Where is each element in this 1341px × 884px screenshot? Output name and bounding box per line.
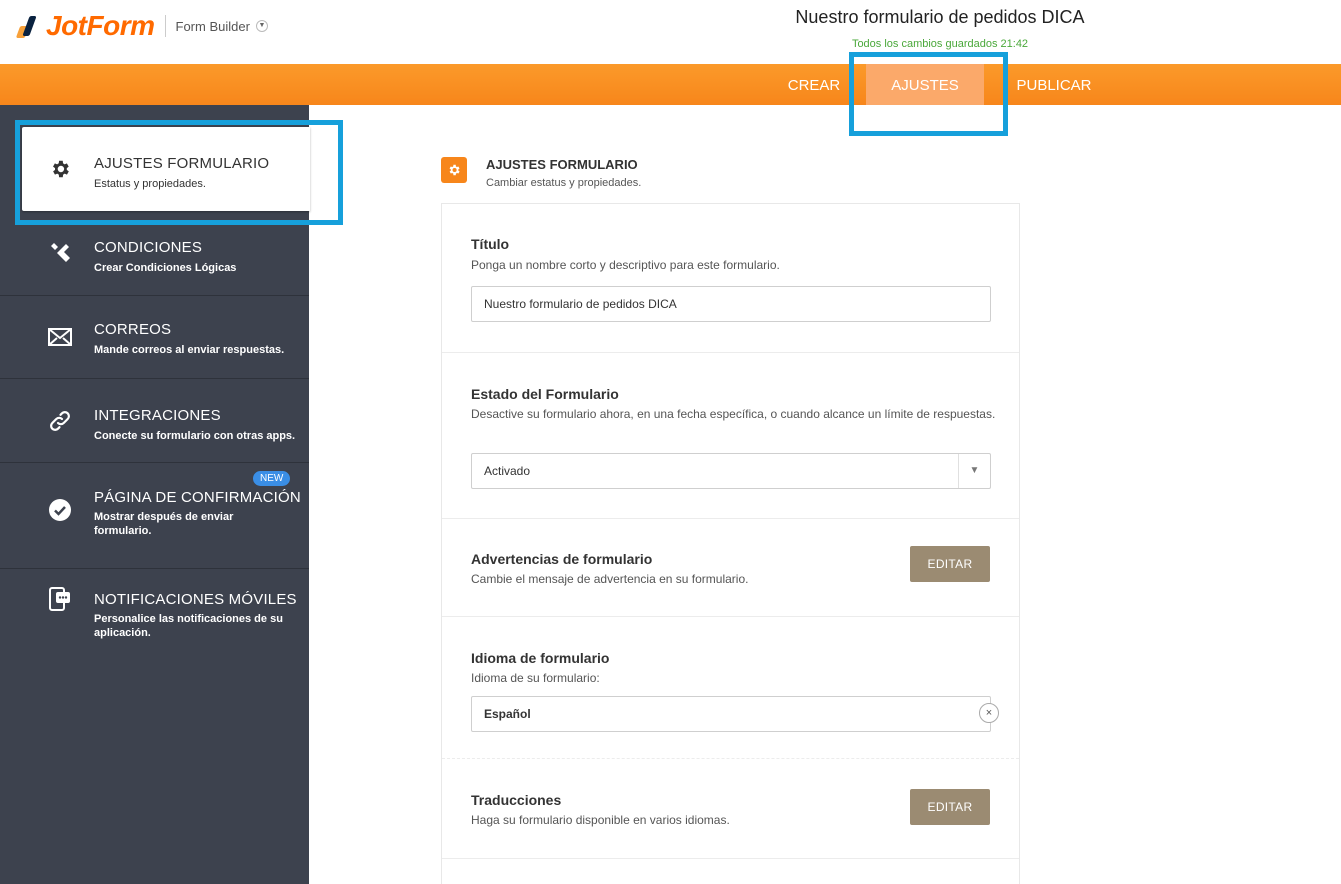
jotform-logo[interactable]: JotForm Form Builder ▼ [15, 10, 268, 42]
check-circle-icon [48, 498, 72, 522]
title-section-heading: Título [471, 236, 510, 252]
title-section-description: Ponga un nombre corto y descriptivo para… [471, 258, 780, 272]
settings-sidebar: AJUSTES FORMULARIO Estatus y propiedades… [0, 105, 310, 884]
sidebar-item-title: CONDICIONES [94, 239, 203, 256]
status-section: Estado del Formulario Desactive su formu… [442, 353, 1019, 519]
chevron-down-icon[interactable]: ▼ [958, 454, 990, 488]
gear-icon [48, 157, 72, 181]
form-status-value: Activado [484, 464, 531, 478]
tools-icon [48, 241, 72, 265]
sidebar-item-integraciones[interactable]: INTEGRACIONES Conecte su formulario con … [0, 379, 309, 463]
status-section-heading: Estado del Formulario [471, 386, 619, 402]
form-builder-menu[interactable]: Form Builder ▼ [176, 19, 268, 34]
gear-icon [441, 157, 467, 183]
sidebar-item-ajustes-formulario[interactable]: AJUSTES FORMULARIO Estatus y propiedades… [22, 127, 310, 211]
form-title[interactable]: Nuestro formulario de pedidos DICA [740, 7, 1140, 28]
sidebar-item-subtitle: Conecte su formulario con otras apps. [94, 430, 296, 442]
sidebar-item-condiciones[interactable]: CONDICIONES Crear Condiciones Lógicas [0, 211, 309, 296]
mobile-notification-icon [48, 587, 72, 611]
jotform-logo-mark [15, 12, 38, 40]
page-subtitle: Cambiar estatus y propiedades. [486, 177, 642, 189]
sidebar-item-subtitle: Estatus y propiedades. [94, 178, 206, 190]
language-section-heading: Idioma de formulario [471, 650, 610, 666]
logo-divider [164, 15, 166, 37]
edit-translations-button[interactable]: EDITAR [910, 789, 990, 825]
tab-publicar[interactable]: PUBLICAR [1004, 64, 1104, 105]
translations-section-heading: Traducciones [471, 792, 562, 808]
sidebar-item-subtitle: Mostrar después de enviar formulario. [94, 511, 234, 537]
page-title: AJUSTES FORMULARIO [486, 157, 638, 172]
sidebar-item-pagina-confirmacion[interactable]: NEW PÁGINA DE CONFIRMACIÓN Mostrar despu… [0, 463, 309, 569]
warnings-section: Advertencias de formulario Cambie el men… [442, 519, 1019, 617]
sidebar-item-title: NOTIFICACIONES MÓVILES [94, 591, 297, 608]
sidebar-item-notificaciones-moviles[interactable]: NOTIFICACIONES MÓVILES Personalice las n… [0, 569, 309, 659]
envelope-icon [48, 325, 72, 349]
sidebar-item-subtitle: Crear Condiciones Lógicas [94, 262, 237, 274]
translations-section: Traducciones Haga su formulario disponib… [442, 759, 1019, 859]
form-builder-label: Form Builder [175, 18, 250, 34]
warnings-section-heading: Advertencias de formulario [471, 551, 653, 567]
form-status-select[interactable]: Activado ▼ [471, 453, 991, 489]
tab-crear[interactable]: CREAR [780, 64, 848, 105]
language-section-description: Idioma de su formulario: [471, 671, 600, 685]
chevron-down-icon[interactable]: ▼ [255, 20, 268, 32]
save-status: Todos los cambios guardados 21:42 [851, 38, 1029, 50]
title-section: Título Ponga un nombre corto y descripti… [442, 204, 1019, 353]
clear-language-icon[interactable]: × [979, 703, 999, 723]
sidebar-item-title: AJUSTES FORMULARIO [94, 155, 270, 172]
sidebar-item-subtitle: Mande correos al enviar respuestas. [94, 344, 285, 356]
settings-card: Título Ponga un nombre corto y descripti… [441, 203, 1020, 884]
sidebar-item-title: PÁGINA DE CONFIRMACIÓN [94, 489, 301, 506]
sidebar-item-title: CORREOS [94, 321, 172, 338]
edit-warnings-button[interactable]: EDITAR [910, 546, 990, 582]
sidebar-item-title: INTEGRACIONES [94, 407, 221, 424]
tab-ajustes[interactable]: AJUSTES [866, 64, 984, 105]
language-input[interactable]: Español [471, 696, 991, 732]
logo-text: JotForm [46, 10, 155, 41]
language-section: Idioma de formulario Idioma de su formul… [442, 617, 1019, 759]
status-section-description: Desactive su formulario ahora, en una fe… [471, 407, 996, 421]
sidebar-item-subtitle: Personalice las notificaciones de su apl… [94, 613, 283, 639]
link-icon [48, 409, 72, 433]
form-title-input[interactable]: Nuestro formulario de pedidos DICA [471, 286, 991, 322]
new-badge: NEW [253, 471, 291, 486]
top-header: JotForm Form Builder ▼ Nuestro formulari… [0, 0, 1341, 64]
main-nav: CREAR AJUSTES PUBLICAR [0, 64, 1341, 105]
sidebar-item-correos[interactable]: CORREOS Mande correos al enviar respuest… [0, 296, 309, 379]
